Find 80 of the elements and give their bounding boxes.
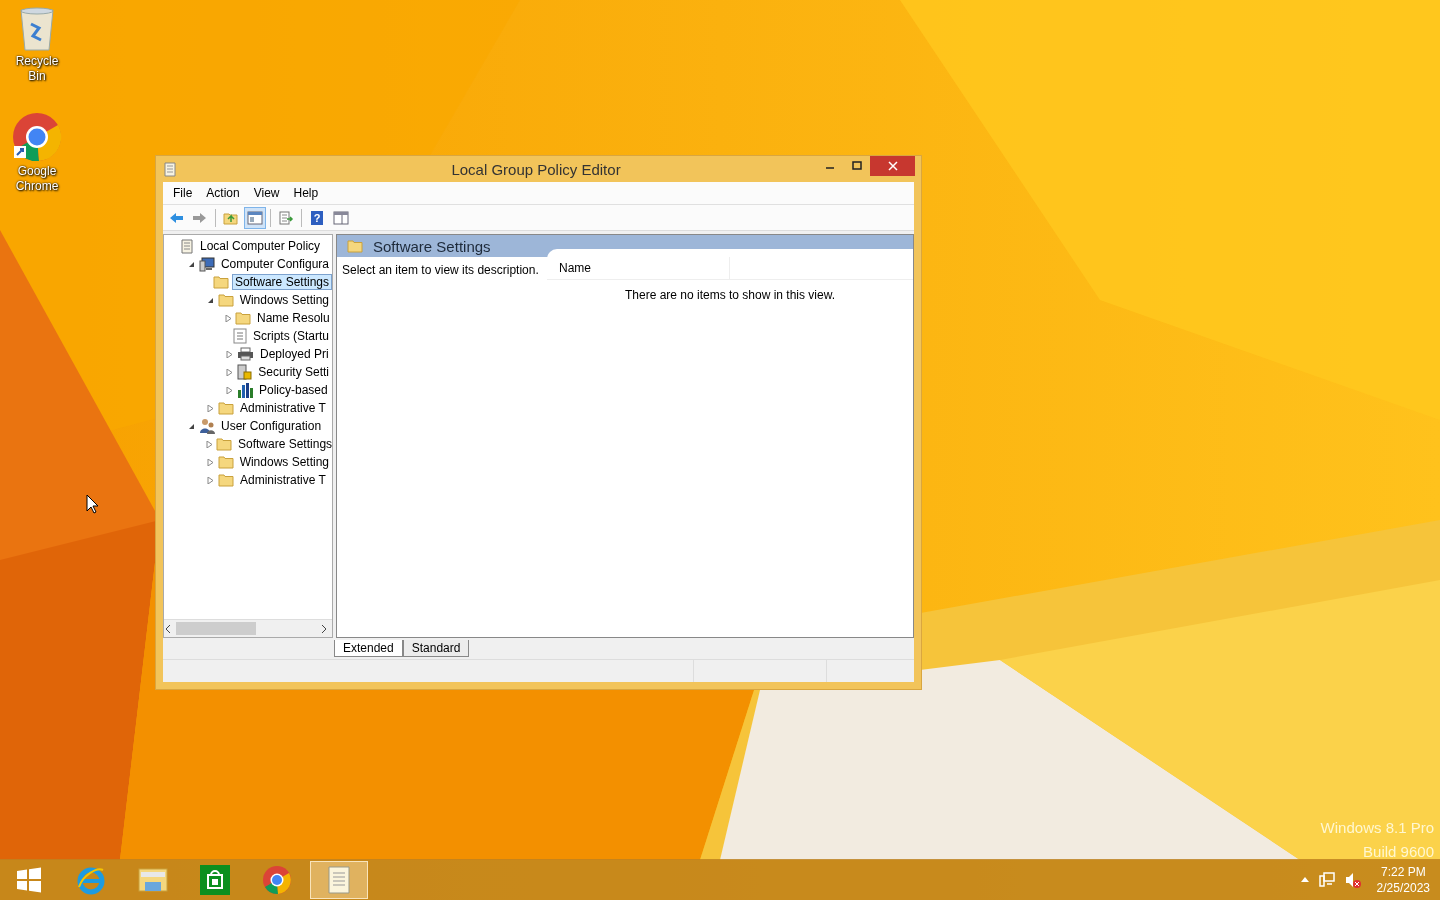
tree-item[interactable]: Software Settings xyxy=(231,274,332,290)
horizontal-scrollbar[interactable] xyxy=(164,619,332,637)
tree-item[interactable]: Local Computer Policy xyxy=(197,238,324,254)
app-icon xyxy=(164,161,176,177)
folder-icon xyxy=(217,293,234,307)
expand-arrow-icon[interactable] xyxy=(207,404,214,412)
icon-label: Google Chrome xyxy=(14,164,60,194)
expand-arrow-icon[interactable] xyxy=(206,440,213,448)
column-header[interactable]: Name xyxy=(547,257,730,279)
collapse-arrow-icon[interactable] xyxy=(206,296,214,304)
panel-view-icon xyxy=(333,209,349,226)
show-hidden-icons-arrow-icon[interactable] xyxy=(1300,877,1309,882)
collapse-arrow-icon[interactable] xyxy=(187,260,195,268)
show-tree-button[interactable] xyxy=(244,206,266,229)
edition-text: Windows 8.1 Pro xyxy=(1320,818,1434,838)
recycle-bin-icon[interactable] xyxy=(17,6,57,52)
tree-item[interactable]: Policy-based xyxy=(256,382,331,398)
security-server-icon xyxy=(236,364,253,380)
chrome-icon xyxy=(262,864,292,895)
expand-arrow-icon[interactable] xyxy=(207,476,214,484)
folder-icon xyxy=(212,275,229,289)
folder-icon xyxy=(218,401,234,415)
tree-item[interactable]: Software Settings xyxy=(235,436,336,452)
details-title: Software Settings xyxy=(373,237,491,255)
collapse-arrow-icon[interactable] xyxy=(188,422,195,430)
tree-item[interactable]: Deployed Pri xyxy=(257,346,332,362)
export-list-icon xyxy=(278,209,294,226)
menu-item[interactable]: Action xyxy=(199,186,247,200)
expand-arrow-icon[interactable] xyxy=(226,386,233,394)
clock-time: 7:22 PM xyxy=(1380,863,1426,880)
tree-item[interactable]: User Configuration xyxy=(218,418,325,434)
tree-item[interactable]: Administrative T xyxy=(237,472,329,488)
tree-item[interactable]: Scripts (Startu xyxy=(249,328,332,344)
icon-label: Recycle Bin xyxy=(14,54,60,84)
view-tab[interactable]: Standard xyxy=(402,639,470,657)
scroll-left-icon[interactable] xyxy=(164,623,172,634)
tree-item[interactable]: Windows Setting xyxy=(236,292,332,308)
description-text: Select an item to view its description. xyxy=(342,263,539,277)
tree-item[interactable]: Administrative T xyxy=(237,400,329,416)
policy-editor-button[interactable] xyxy=(310,860,368,899)
policy-editor-icon xyxy=(326,864,352,895)
menu-item[interactable]: Help xyxy=(286,186,326,200)
store-bag-icon xyxy=(200,864,230,895)
expand-arrow-icon[interactable] xyxy=(206,458,214,466)
menu-item[interactable]: File xyxy=(166,186,200,200)
users-icon xyxy=(199,418,215,434)
close-icon xyxy=(887,161,898,171)
chrome-icon[interactable] xyxy=(12,112,62,162)
empty-message: There are no items to show in this view. xyxy=(624,288,836,302)
menu-item[interactable]: View xyxy=(246,186,287,200)
folder-icon xyxy=(216,437,232,451)
tree-item[interactable]: Security Setti xyxy=(255,364,332,380)
cursor-icon xyxy=(86,494,99,514)
close-button[interactable] xyxy=(870,156,915,176)
folder-icon xyxy=(235,311,251,325)
window-title: Local Group Policy Editor xyxy=(450,160,622,178)
policy-scroll-icon xyxy=(180,238,194,254)
edition-text: Build 9600 xyxy=(1363,842,1434,862)
start-icon xyxy=(15,865,43,894)
volume-muted-icon[interactable] xyxy=(1344,871,1361,888)
expand-arrow-icon[interactable] xyxy=(225,368,233,376)
clock-date: 2/25/2023 xyxy=(1376,879,1430,896)
file-folder-icon xyxy=(137,865,169,894)
folder-icon xyxy=(218,473,234,487)
printer-icon xyxy=(237,347,254,361)
scroll-right-icon[interactable] xyxy=(320,623,328,634)
tree-item[interactable]: Windows Setting xyxy=(236,454,332,470)
tree-item[interactable]: Computer Configura xyxy=(217,256,332,272)
folder-icon xyxy=(347,239,363,253)
computer-icon xyxy=(198,256,215,272)
expand-arrow-icon[interactable] xyxy=(226,350,233,358)
script-icon xyxy=(232,328,247,344)
bar-chart-icon xyxy=(237,382,253,398)
expand-arrow-icon[interactable] xyxy=(225,314,232,322)
tree-item[interactable]: Name Resolu xyxy=(254,310,333,326)
folder-icon xyxy=(217,455,234,469)
maximize-icon xyxy=(851,161,862,171)
show-tree-icon xyxy=(247,209,263,226)
network-icon[interactable] xyxy=(1318,871,1335,888)
view-tab[interactable]: Extended xyxy=(334,639,403,657)
